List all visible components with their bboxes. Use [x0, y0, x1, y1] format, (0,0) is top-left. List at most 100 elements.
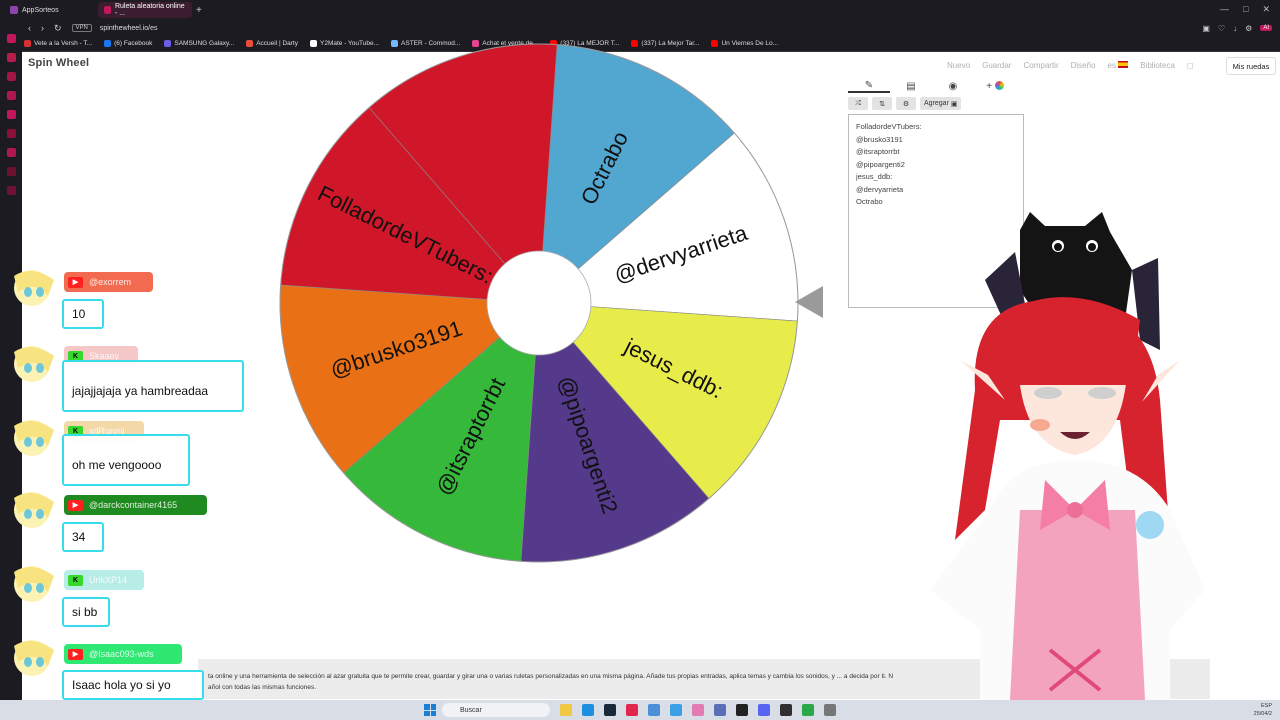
nav-design[interactable]: Diseño	[1071, 61, 1096, 70]
system-tray[interactable]: ESP 25/04/2	[1254, 702, 1272, 718]
tab-label: AppSorteos	[22, 6, 59, 14]
ai-button[interactable]: AI	[1260, 25, 1272, 31]
file-explorer-icon[interactable]	[560, 704, 572, 716]
plus-icon: +	[986, 80, 993, 92]
chat-username: K UrikXP14	[64, 570, 144, 590]
youtube-icon: ▶	[68, 648, 83, 660]
chat-username: ▶ @Isaac093-wds	[64, 644, 182, 664]
chat-avatar	[14, 492, 54, 528]
music-player-icon[interactable]	[802, 704, 814, 716]
youtube-icon: ▶	[68, 276, 83, 288]
top-nav: Nuevo Guardar Compartir Diseño es Biblio…	[947, 61, 1194, 70]
edit-tab[interactable]: ✎	[848, 80, 890, 93]
bookmark-favicon-icon	[164, 40, 172, 47]
entry-line: @pipoargenti2	[856, 159, 905, 169]
windows-start-icon[interactable]	[424, 704, 436, 716]
chat-username: ▶ @darckcontainer4165	[64, 495, 207, 515]
url-input[interactable]: spinthewheel.io/es	[100, 25, 158, 32]
telegram-icon[interactable]	[6, 72, 16, 81]
nav-save[interactable]: Guardar	[982, 61, 1011, 70]
entry-line: @itsraptorrbt	[856, 147, 900, 156]
add-wheel-tab[interactable]: +	[974, 81, 1016, 92]
spin-wheel[interactable]: Octrabo @dervyarrieta jesus_ddb: @pipoargen…	[278, 42, 800, 564]
minimize-icon[interactable]: —	[1220, 4, 1229, 15]
entry-line: jesus_ddb:	[856, 172, 893, 181]
entry-line: @brusko3191	[856, 134, 903, 144]
entry-line: FolladordeVTubers:	[856, 122, 922, 131]
clipboard-icon: ▤	[906, 80, 916, 92]
nav-library[interactable]: Biblioteca	[1140, 61, 1175, 70]
wheel-center-button[interactable]	[486, 250, 592, 356]
camera-icon[interactable]: ▣	[1202, 24, 1210, 33]
vpn-badge[interactable]: VPN	[71, 24, 92, 32]
chat-avatar	[14, 640, 54, 676]
kick-icon: K	[68, 574, 83, 586]
add-image-button[interactable]: Agregar ▣	[920, 97, 962, 110]
spain-flag-icon	[1118, 61, 1129, 68]
game-icon[interactable]	[692, 704, 704, 716]
whatsapp-icon[interactable]	[6, 53, 16, 62]
bookmark-item[interactable]: Vete a la Versh - T...	[24, 40, 92, 47]
history-icon[interactable]	[6, 167, 16, 176]
chat-message: 10	[62, 299, 104, 329]
forward-icon[interactable]: ›	[41, 23, 44, 34]
my-wheels-button[interactable]: Mis ruedas	[1226, 57, 1276, 75]
taskbar-search-input[interactable]: Buscar	[442, 703, 550, 717]
vtuber-avatar	[930, 212, 1205, 700]
gear-icon: ⚙	[902, 100, 910, 108]
x-icon[interactable]	[6, 129, 16, 138]
results-tab[interactable]: ▤	[890, 81, 932, 92]
settings-icon[interactable]: ⚙	[1245, 24, 1252, 33]
chat-message: 34	[62, 522, 104, 552]
vtube-icon[interactable]	[714, 704, 726, 716]
entries-panel: ✎ ▤ ◉ + ⤮ ⇅ ⚙ Agregar ▣ FolladordeVTuber…	[848, 77, 1026, 308]
bookmark-favicon-icon	[24, 40, 31, 47]
hide-tab[interactable]: ◉	[932, 81, 974, 92]
youtube-icon: ▶	[68, 499, 83, 511]
messenger-icon[interactable]	[6, 34, 16, 43]
appsorteos-favicon-icon	[10, 6, 18, 14]
chat-avatar	[14, 566, 54, 602]
new-tab-button[interactable]: +	[196, 5, 202, 16]
reload-icon[interactable]: ↻	[54, 23, 62, 34]
back-icon[interactable]: ‹	[28, 23, 31, 34]
tab-label: Ruleta aleatoria online - ...	[114, 3, 185, 17]
steam-icon[interactable]	[604, 704, 616, 716]
opera-icon[interactable]	[626, 704, 638, 716]
record-icon[interactable]	[736, 704, 748, 716]
ruleta-favicon-icon	[104, 6, 111, 14]
tab-ruleta[interactable]: Ruleta aleatoria online - ...	[98, 2, 192, 18]
download-icon[interactable]: ↓	[1233, 24, 1237, 33]
close-icon[interactable]: ✕	[1262, 4, 1270, 15]
discord-icon[interactable]	[6, 91, 16, 100]
sort-icon: ⇅	[879, 100, 885, 108]
discord-icon[interactable]	[758, 704, 770, 716]
clock-icon[interactable]	[6, 186, 16, 195]
nav-new[interactable]: Nuevo	[947, 61, 970, 70]
maximize-icon[interactable]: □	[1243, 4, 1248, 15]
bookmark-favicon-icon	[104, 40, 112, 47]
settings-button[interactable]: ⚙	[896, 97, 916, 110]
chat-username: ▶ @exorrem	[64, 272, 153, 292]
chat-message: si bb	[62, 597, 110, 627]
instagram-icon[interactable]	[6, 110, 16, 119]
edge-icon[interactable]	[582, 704, 594, 716]
settings-app-icon[interactable]	[824, 704, 836, 716]
bookmark-item[interactable]: (6) Facebook	[104, 40, 152, 47]
tab-appsorteos[interactable]: AppSorteos	[4, 2, 94, 18]
wheel-svg[interactable]: Octrabo@dervyarrietajesus_ddb:@pipoargen…	[278, 42, 800, 564]
site-logo[interactable]: Spin Wheel	[28, 57, 89, 69]
nav-language[interactable]: es	[1108, 61, 1129, 70]
window-controls: — □ ✕	[1220, 4, 1270, 15]
photos-icon[interactable]	[670, 704, 682, 716]
sort-button[interactable]: ⇅	[872, 97, 892, 110]
obs-icon[interactable]	[780, 704, 792, 716]
nav-share[interactable]: Compartir	[1023, 61, 1058, 70]
shuffle-button[interactable]: ⤮	[848, 97, 868, 110]
bookmark-icon[interactable]: ♡	[1218, 24, 1225, 33]
chat-avatar	[14, 346, 54, 382]
music-icon[interactable]	[6, 148, 16, 157]
apps-grid-icon[interactable]	[648, 704, 660, 716]
bookmark-item[interactable]: SAMSUNG Galaxy...	[164, 40, 234, 47]
fullscreen-icon[interactable]: ◻	[1187, 61, 1194, 70]
